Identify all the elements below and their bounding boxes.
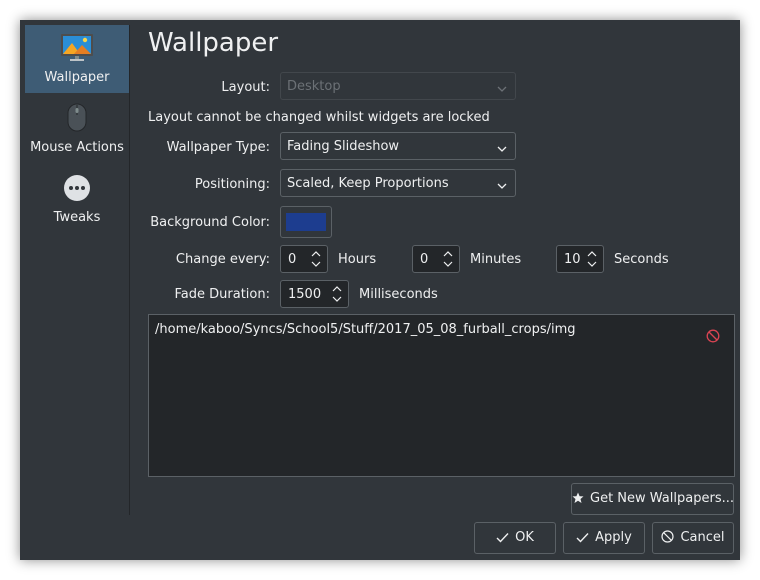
hours-spinbox[interactable]: 0	[280, 245, 328, 273]
fade-duration-spinbox[interactable]: 1500	[280, 280, 349, 308]
chevron-down-icon	[497, 179, 507, 194]
hours-unit: Hours	[338, 252, 377, 267]
star-icon	[572, 492, 584, 503]
fade-duration-value: 1500	[288, 287, 322, 302]
sidebar-item-tweaks[interactable]: Tweaks	[25, 165, 129, 233]
seconds-unit: Seconds	[614, 252, 669, 267]
sidebar-item-label: Tweaks	[53, 210, 101, 225]
folder-path[interactable]: /home/kaboo/Syncs/School5/Stuff/2017_05_…	[155, 322, 576, 337]
chevron-down-icon	[497, 82, 507, 97]
positioning-value: Scaled, Keep Proportions	[287, 176, 449, 191]
background-color-label: Background Color:	[150, 215, 270, 230]
check-icon	[576, 533, 589, 543]
monitor-icon	[60, 33, 94, 67]
get-new-wallpapers-label: Get New Wallpapers...	[590, 491, 734, 506]
positioning-combo[interactable]: Scaled, Keep Proportions	[280, 169, 516, 197]
page-title: Wallpaper	[148, 28, 279, 58]
category-sidebar: Wallpaper Mouse Actions Tweaks	[25, 25, 129, 515]
spin-arrows-icon[interactable]	[310, 249, 322, 269]
sidebar-item-label: Wallpaper	[44, 70, 110, 85]
sidebar-item-wallpaper[interactable]: Wallpaper	[25, 25, 129, 93]
ok-button[interactable]: OK	[474, 522, 556, 554]
more-icon	[62, 173, 92, 207]
minutes-value: 0	[420, 252, 429, 267]
slideshow-folder-list[interactable]: /home/kaboo/Syncs/School5/Stuff/2017_05_…	[148, 314, 735, 477]
seconds-spinbox[interactable]: 10	[556, 245, 604, 273]
spin-arrows-icon[interactable]	[442, 249, 454, 269]
spin-arrows-icon[interactable]	[586, 249, 598, 269]
change-every-label: Change every:	[175, 252, 270, 267]
apply-button[interactable]: Apply	[563, 522, 645, 554]
mouse-icon	[66, 103, 88, 137]
wallpaper-type-value: Fading Slideshow	[287, 139, 400, 154]
color-swatch	[286, 213, 326, 231]
seconds-value: 10	[564, 252, 581, 267]
minutes-unit: Minutes	[470, 252, 522, 267]
hours-value: 0	[288, 252, 297, 267]
minutes-spinbox[interactable]: 0	[412, 245, 460, 273]
wallpaper-config-dialog: Wallpaper Mouse Actions Tweaks Wallpaper…	[20, 20, 740, 560]
layout-locked-note: Layout cannot be changed whilst widgets …	[148, 110, 490, 125]
chevron-down-icon	[497, 142, 507, 157]
cancel-icon	[661, 530, 675, 543]
sidebar-divider	[129, 25, 130, 515]
background-color-button[interactable]	[280, 206, 332, 238]
cancel-button[interactable]: Cancel	[652, 522, 734, 554]
layout-combo: Desktop	[280, 72, 516, 100]
ok-label: OK	[515, 530, 534, 545]
wallpaper-type-label: Wallpaper Type:	[166, 140, 270, 155]
apply-label: Apply	[595, 530, 632, 545]
fade-duration-label: Fade Duration:	[174, 287, 270, 302]
sidebar-item-label: Mouse Actions	[30, 140, 124, 155]
sidebar-item-mouse-actions[interactable]: Mouse Actions	[25, 95, 129, 163]
remove-folder-icon[interactable]	[706, 329, 720, 347]
layout-combo-value: Desktop	[287, 79, 341, 94]
fade-duration-unit: Milliseconds	[359, 287, 438, 302]
get-new-wallpapers-button[interactable]: Get New Wallpapers...	[571, 483, 734, 515]
spin-arrows-icon[interactable]	[331, 284, 343, 304]
layout-label: Layout:	[221, 80, 270, 95]
cancel-label: Cancel	[680, 530, 725, 545]
positioning-label: Positioning:	[194, 177, 270, 192]
check-icon	[496, 533, 509, 543]
wallpaper-type-combo[interactable]: Fading Slideshow	[280, 132, 516, 160]
